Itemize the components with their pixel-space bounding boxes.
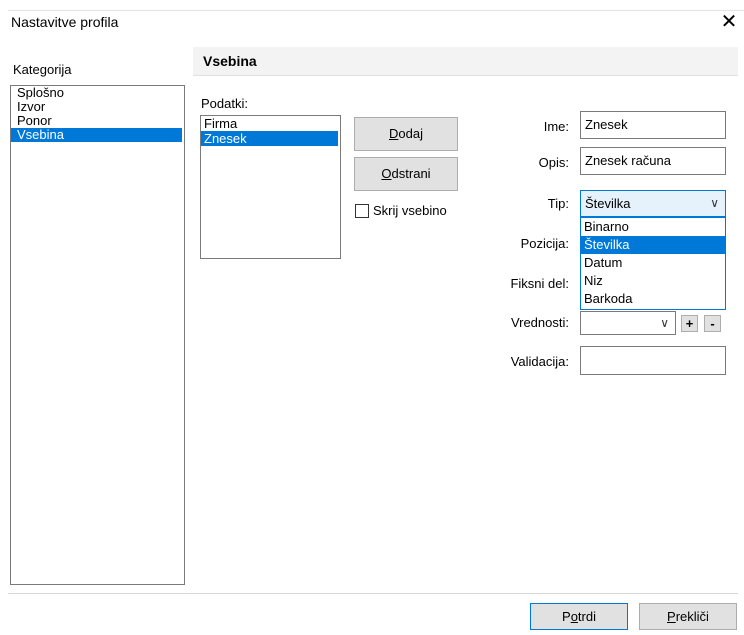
category-item-ponor[interactable]: Ponor bbox=[11, 114, 184, 128]
description-field[interactable]: Znesek računa bbox=[580, 147, 726, 175]
position-label: Pozicija: bbox=[520, 236, 569, 251]
window-top-border bbox=[8, 10, 744, 11]
add-button[interactable]: Dodaj bbox=[354, 117, 458, 151]
validation-field[interactable] bbox=[580, 346, 726, 375]
category-item-izvor[interactable]: Izvor bbox=[11, 100, 184, 114]
chevron-down-icon: ∨ bbox=[710, 196, 719, 210]
category-item-vsebina[interactable]: Vsebina bbox=[11, 128, 182, 142]
data-list[interactable]: Firma Znesek bbox=[200, 115, 341, 259]
cancel-button[interactable]: Prekliči bbox=[639, 603, 737, 630]
remove-value-button[interactable]: - bbox=[704, 315, 721, 332]
type-option-barkoda[interactable]: Barkoda bbox=[581, 290, 725, 308]
add-value-button[interactable]: + bbox=[681, 315, 698, 332]
values-select[interactable]: ∨ bbox=[580, 311, 676, 335]
type-option-niz[interactable]: Niz bbox=[581, 272, 725, 290]
data-item-znesek[interactable]: Znesek bbox=[201, 131, 338, 146]
name-label: Ime: bbox=[543, 119, 569, 134]
type-select[interactable]: Številka ∨ bbox=[580, 190, 726, 217]
close-icon[interactable]: ✕ bbox=[717, 12, 741, 36]
type-label: Tip: bbox=[547, 196, 569, 211]
chevron-down-icon: ∨ bbox=[660, 316, 669, 330]
name-field[interactable]: Znesek bbox=[580, 111, 726, 139]
type-select-value: Številka bbox=[585, 196, 631, 211]
fixed-part-label: Fiksni del: bbox=[510, 276, 569, 291]
validation-label: Validacija: bbox=[510, 354, 569, 369]
values-label: Vrednosti: bbox=[510, 315, 569, 330]
description-label: Opis: bbox=[538, 155, 569, 170]
remove-button[interactable]: Odstrani bbox=[354, 157, 458, 191]
hide-content-checkbox[interactable] bbox=[355, 204, 369, 218]
data-label: Podatki: bbox=[201, 96, 248, 111]
type-dropdown[interactable]: Binarno Številka Datum Niz Barkoda bbox=[580, 217, 726, 310]
section-title: Vsebina bbox=[203, 53, 257, 69]
type-option-datum[interactable]: Datum bbox=[581, 254, 725, 272]
ok-button[interactable]: Potrdi bbox=[530, 603, 628, 630]
data-item-firma[interactable]: Firma bbox=[201, 116, 340, 131]
type-option-stevilka[interactable]: Številka bbox=[581, 236, 725, 254]
hide-content-label: Skrij vsebino bbox=[373, 203, 447, 218]
category-label: Kategorija bbox=[13, 62, 72, 77]
type-option-binarno[interactable]: Binarno bbox=[581, 218, 725, 236]
section-header: Vsebina bbox=[193, 47, 738, 76]
category-list[interactable]: Splošno Izvor Ponor Vsebina bbox=[10, 85, 185, 585]
window-title: Nastavitve profila bbox=[11, 14, 119, 30]
category-item-splosno[interactable]: Splošno bbox=[11, 86, 184, 100]
footer-divider bbox=[8, 593, 738, 594]
